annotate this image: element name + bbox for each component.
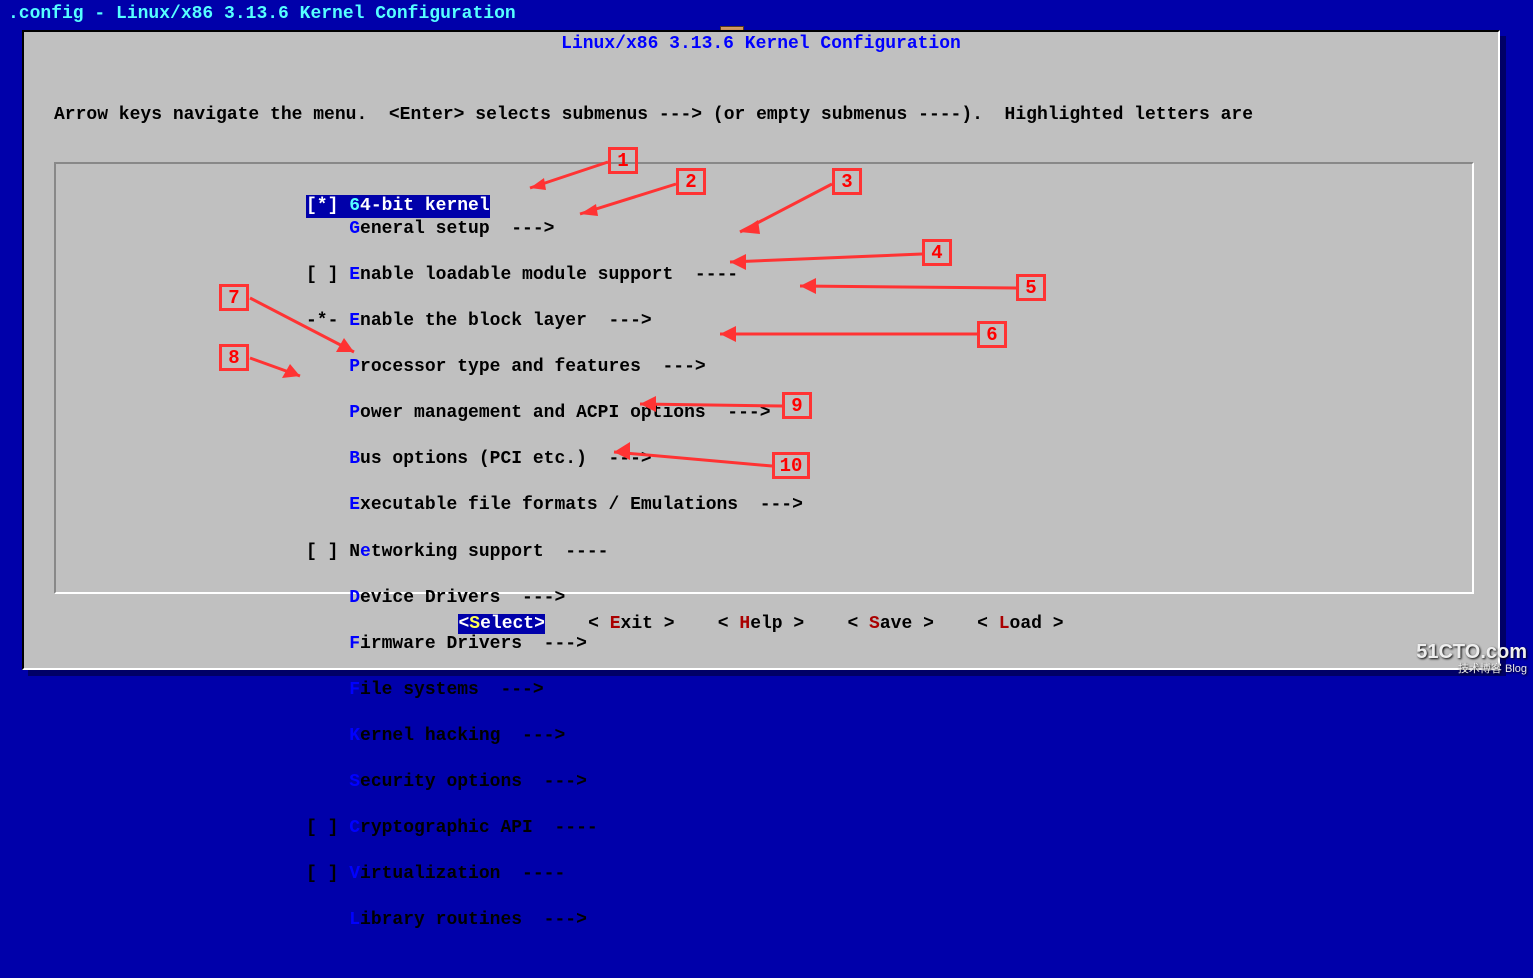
menu-item-bus-options[interactable]: Bus options (PCI etc.) ---> — [306, 448, 803, 471]
annotation-7: 7 — [219, 284, 249, 311]
menu-frame: [*] 64-bit kernel General setup ---> [ ]… — [54, 162, 1474, 594]
button-bar: <Select> < Exit > < Help > < Save > < Lo… — [24, 594, 1498, 654]
select-button[interactable]: <Select> — [458, 614, 544, 634]
load-button[interactable]: < Load > — [977, 614, 1063, 634]
window-titlebar: .config - Linux/x86 3.13.6 Kernel Config… — [0, 0, 1533, 28]
help-line-1: Arrow keys navigate the menu. <Enter> se… — [54, 104, 1474, 127]
dialog-title: Linux/x86 3.13.6 Kernel Configuration — [24, 32, 1498, 54]
annotation-2: 2 — [676, 168, 706, 195]
menu-item-crypto-api[interactable]: [ ] Cryptographic API ---- — [306, 817, 803, 840]
menu-item-virtualization[interactable]: [ ] Virtualization ---- — [306, 863, 803, 886]
menu-item-loadable-module[interactable]: [ ] Enable loadable module support ---- — [306, 264, 803, 287]
menu-item-networking[interactable]: [ ] Networking support ---- — [306, 541, 803, 564]
menu-item-power-mgmt[interactable]: Power management and ACPI options ---> — [306, 402, 803, 425]
watermark-big: 51CTO.com — [1416, 641, 1527, 663]
help-button[interactable]: < Help > — [718, 614, 804, 634]
annotation-6: 6 — [977, 321, 1007, 348]
menu-item-64bit-kernel[interactable]: [*] 64-bit kernel — [306, 195, 490, 218]
annotation-1: 1 — [608, 147, 638, 174]
menu-item-general-setup[interactable]: General setup ---> — [306, 218, 803, 241]
annotation-8: 8 — [219, 344, 249, 371]
annotation-3: 3 — [832, 168, 862, 195]
menu-item-block-layer[interactable]: -*- Enable the block layer ---> — [306, 310, 803, 333]
menu-item-security[interactable]: Security options ---> — [306, 771, 803, 794]
annotation-5: 5 — [1016, 274, 1046, 301]
annotation-4: 4 — [922, 239, 952, 266]
menu-item-library-routines[interactable]: Library routines ---> — [306, 909, 803, 932]
annotation-10: 10 — [772, 452, 810, 479]
watermark-small: 技术博客 Blog — [1416, 663, 1527, 675]
menu-list: [*] 64-bit kernel General setup ---> [ ]… — [306, 172, 803, 978]
menu-item-file-systems[interactable]: File systems ---> — [306, 679, 803, 702]
exit-button[interactable]: < Exit > — [588, 614, 674, 634]
annotation-9: 9 — [782, 392, 812, 419]
menu-item-kernel-hacking[interactable]: Kernel hacking ---> — [306, 725, 803, 748]
watermark: 51CTO.com 技术博客 Blog — [1416, 641, 1527, 675]
save-button[interactable]: < Save > — [847, 614, 933, 634]
menu-item-processor[interactable]: Processor type and features ---> — [306, 356, 803, 379]
menu-item-exec-formats[interactable]: Executable file formats / Emulations ---… — [306, 494, 803, 517]
